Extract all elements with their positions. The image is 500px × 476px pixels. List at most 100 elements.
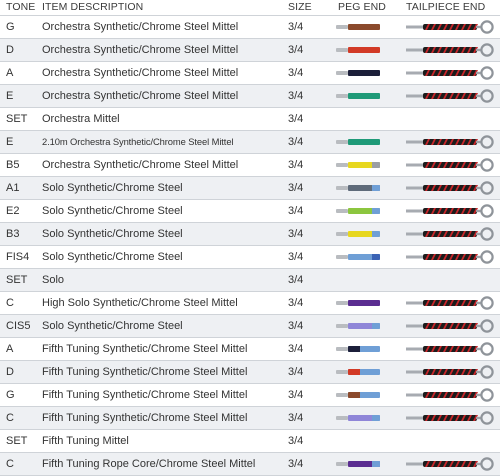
size-cell: 3/4 <box>288 366 304 378</box>
loop-end <box>480 204 494 218</box>
tone-cell: C <box>6 297 14 309</box>
description-cell: High Solo Synthetic/Chrome Steel Mittel <box>42 297 238 309</box>
peg-end-swatch <box>336 231 380 237</box>
peg-silk <box>348 185 380 191</box>
description-cell: Solo Synthetic/Chrome Steel <box>42 228 183 240</box>
tailpiece-end-image <box>406 318 494 334</box>
tone-cell: SET <box>6 113 28 125</box>
loop-end <box>480 250 494 264</box>
loop-end <box>480 411 494 425</box>
tone-cell: D <box>6 366 14 378</box>
tone-cell: G <box>6 21 15 33</box>
peg-end-swatch <box>336 93 380 99</box>
tone-cell: A <box>6 67 14 79</box>
tone-cell: E <box>6 136 14 148</box>
loop-end <box>480 342 494 356</box>
string-table: TONE ITEM DESCRIPTION SIZE PEG END TAILP… <box>0 0 500 476</box>
peg-silk-head-color <box>348 392 360 398</box>
tone-cell: A1 <box>6 182 20 194</box>
size-cell: 3/4 <box>288 297 304 309</box>
peg-silk-tip-color <box>372 208 380 214</box>
peg-silk-color <box>348 24 380 30</box>
header-description: ITEM DESCRIPTION <box>42 1 144 13</box>
header-size: SIZE <box>288 1 312 13</box>
peg-shaft <box>336 232 348 236</box>
tailpiece-end-image <box>406 387 494 403</box>
size-cell: 3/4 <box>288 182 304 194</box>
description-cell: Fifth Tuning Synthetic/Chrome Steel Mitt… <box>42 389 248 401</box>
loop-end <box>480 227 494 241</box>
peg-silk <box>348 415 380 421</box>
tailpiece-end-image <box>406 249 494 265</box>
peg-end-swatch <box>336 70 380 76</box>
peg-end-swatch <box>336 24 380 30</box>
description-cell: Orchestra Synthetic/Chrome Steel Mittel <box>42 67 239 79</box>
header-tone: TONE <box>6 1 36 13</box>
tailpiece-end-image <box>406 19 494 35</box>
string-wire <box>406 140 424 144</box>
description-cell: Solo Synthetic/Chrome Steel <box>42 320 183 332</box>
tailpiece-end-image <box>406 456 494 472</box>
tone-cell: A <box>6 343 14 355</box>
peg-shaft <box>336 163 348 167</box>
peg-silk-tip-color <box>372 162 380 168</box>
peg-silk-color <box>348 139 380 145</box>
string-wire <box>406 48 424 52</box>
peg-shaft <box>336 416 348 420</box>
table-row: E 2.10m Orchestra Synthetic/Chrome Steel… <box>0 130 500 153</box>
table-row: B3 Solo Synthetic/Chrome Steel 3/4 <box>0 222 500 245</box>
peg-end-swatch <box>336 300 380 306</box>
size-cell: 3/4 <box>288 44 304 56</box>
peg-silk <box>348 139 380 145</box>
description-cell: Fifth Tuning Synthetic/Chrome Steel Mitt… <box>42 412 248 424</box>
string-wire <box>406 462 424 466</box>
string-wire <box>406 301 424 305</box>
size-cell: 3/4 <box>288 21 304 33</box>
string-wire <box>406 163 424 167</box>
table-row: G Orchestra Synthetic/Chrome Steel Mitte… <box>0 15 500 38</box>
peg-silk <box>348 24 380 30</box>
description-cell: Orchestra Synthetic/Chrome Steel Mittel <box>42 90 239 102</box>
size-cell: 3/4 <box>288 274 304 286</box>
tailpiece-end-image <box>406 410 494 426</box>
string-wire <box>406 232 424 236</box>
size-cell: 3/4 <box>288 67 304 79</box>
tailpiece-end-image <box>406 226 494 242</box>
tailpiece-end-image <box>406 65 494 81</box>
description-cell: Solo <box>42 274 65 286</box>
description-cell: Solo Synthetic/Chrome Steel <box>42 182 183 194</box>
peg-silk-tip-color <box>372 185 380 191</box>
peg-shaft <box>336 25 348 29</box>
peg-shaft <box>336 255 348 259</box>
loop-end <box>480 388 494 402</box>
loop-end <box>480 158 494 172</box>
peg-silk-color <box>348 70 380 76</box>
size-cell: 3/4 <box>288 412 304 424</box>
peg-silk <box>348 162 380 168</box>
string-wire <box>406 370 424 374</box>
peg-silk-tip-color <box>372 323 380 329</box>
description-cell: Fifth Tuning Mittel <box>42 435 129 447</box>
table-row: SET Solo 3/4 <box>0 268 500 291</box>
peg-end-swatch <box>336 208 380 214</box>
tailpiece-end-image <box>406 295 494 311</box>
table-row: A Fifth Tuning Synthetic/Chrome Steel Mi… <box>0 337 500 360</box>
tailpiece-end-image <box>406 134 494 150</box>
peg-silk-color <box>348 47 380 53</box>
peg-shaft <box>336 301 348 305</box>
string-wire <box>406 71 424 75</box>
string-wire <box>406 186 424 190</box>
peg-silk-color <box>348 93 380 99</box>
tone-cell: B5 <box>6 159 20 171</box>
table-row: D Orchestra Synthetic/Chrome Steel Mitte… <box>0 38 500 61</box>
peg-silk-head-color <box>348 369 360 375</box>
peg-end-swatch <box>336 461 380 467</box>
peg-end-swatch <box>336 47 380 53</box>
string-wire <box>406 94 424 98</box>
table-row: D Fifth Tuning Synthetic/Chrome Steel Mi… <box>0 360 500 383</box>
loop-end <box>480 89 494 103</box>
size-cell: 3/4 <box>288 435 304 447</box>
description-cell: Orchestra Synthetic/Chrome Steel Mittel <box>42 159 239 171</box>
peg-silk-color <box>348 300 380 306</box>
table-row: CIS5 Solo Synthetic/Chrome Steel 3/4 <box>0 314 500 337</box>
